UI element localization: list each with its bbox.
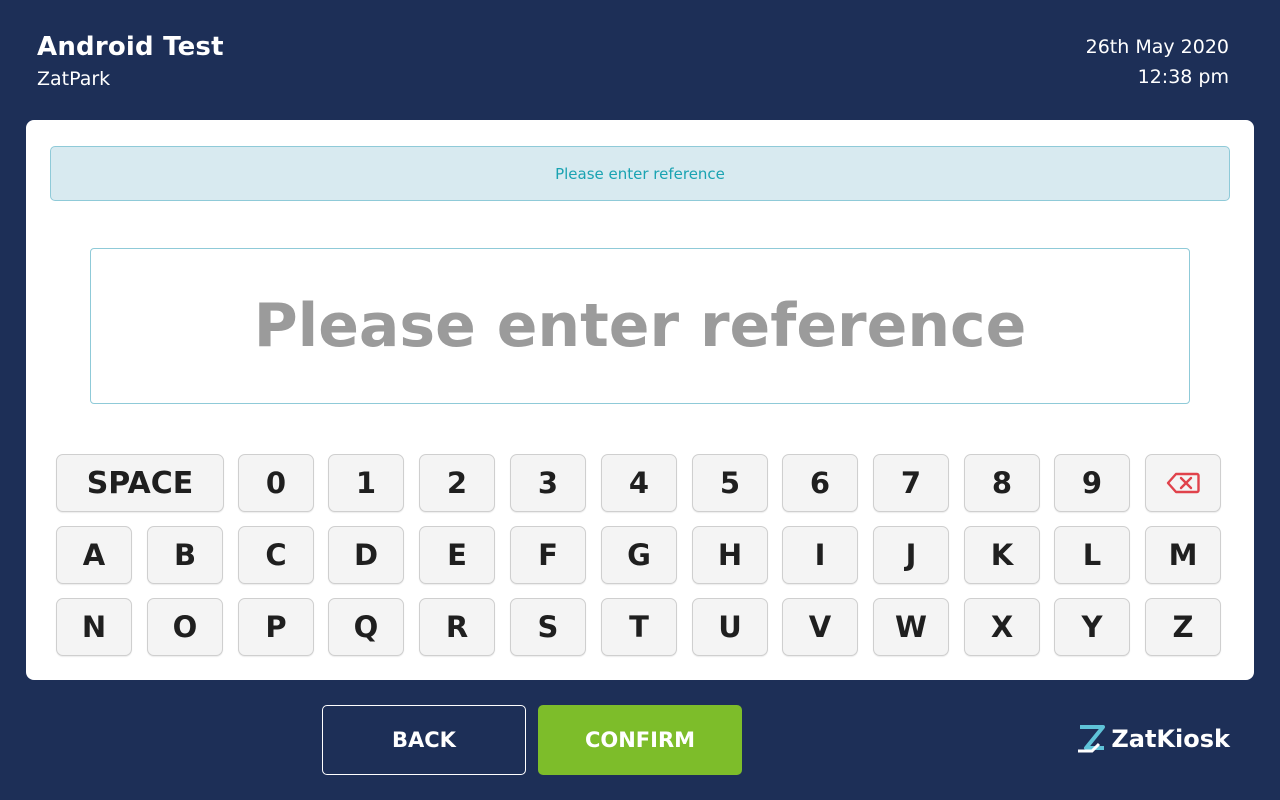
key-r[interactable]: R [419,598,495,656]
key-c[interactable]: C [238,526,314,584]
key-y[interactable]: Y [1054,598,1130,656]
date-display: 26th May 2020 [1085,36,1229,58]
kiosk-screen: Android Test ZatPark 26th May 2020 12:38… [0,0,1280,800]
info-banner: Please enter reference [50,146,1230,201]
key-q[interactable]: Q [328,598,404,656]
key-i[interactable]: I [782,526,858,584]
key-z[interactable]: Z [1145,598,1221,656]
key-x[interactable]: X [964,598,1040,656]
key-e[interactable]: E [419,526,495,584]
key-s[interactable]: S [510,598,586,656]
back-button[interactable]: BACK [322,705,526,775]
key-4[interactable]: 4 [601,454,677,512]
key-t[interactable]: T [601,598,677,656]
key-3[interactable]: 3 [510,454,586,512]
key-0[interactable]: 0 [238,454,314,512]
key-g[interactable]: G [601,526,677,584]
space-key[interactable]: SPACE [56,454,224,512]
key-v[interactable]: V [782,598,858,656]
key-w[interactable]: W [873,598,949,656]
key-k[interactable]: K [964,526,1040,584]
key-m[interactable]: M [1145,526,1221,584]
key-j[interactable]: J [873,526,949,584]
backspace-icon [1166,472,1200,494]
site-subtitle: ZatPark [37,68,111,90]
key-u[interactable]: U [692,598,768,656]
key-1[interactable]: 1 [328,454,404,512]
key-l[interactable]: L [1054,526,1130,584]
key-2[interactable]: 2 [419,454,495,512]
key-a[interactable]: A [56,526,132,584]
key-8[interactable]: 8 [964,454,1040,512]
key-d[interactable]: D [328,526,404,584]
brand-name: ZatKiosk [1111,725,1230,753]
key-6[interactable]: 6 [782,454,858,512]
key-n[interactable]: N [56,598,132,656]
site-title: Android Test [37,32,224,62]
zatkiosk-logo-icon [1078,725,1106,753]
reference-card: Please enter reference Please enter refe… [26,120,1254,680]
time-display: 12:38 pm [1137,66,1229,88]
key-h[interactable]: H [692,526,768,584]
brand-logo: ZatKiosk [1077,724,1230,754]
confirm-button[interactable]: CONFIRM [538,705,742,775]
key-5[interactable]: 5 [692,454,768,512]
key-f[interactable]: F [510,526,586,584]
key-b[interactable]: B [147,526,223,584]
key-9[interactable]: 9 [1054,454,1130,512]
backspace-key[interactable] [1145,454,1221,512]
key-o[interactable]: O [147,598,223,656]
key-p[interactable]: P [238,598,314,656]
key-7[interactable]: 7 [873,454,949,512]
reference-input[interactable]: Please enter reference [90,248,1190,404]
